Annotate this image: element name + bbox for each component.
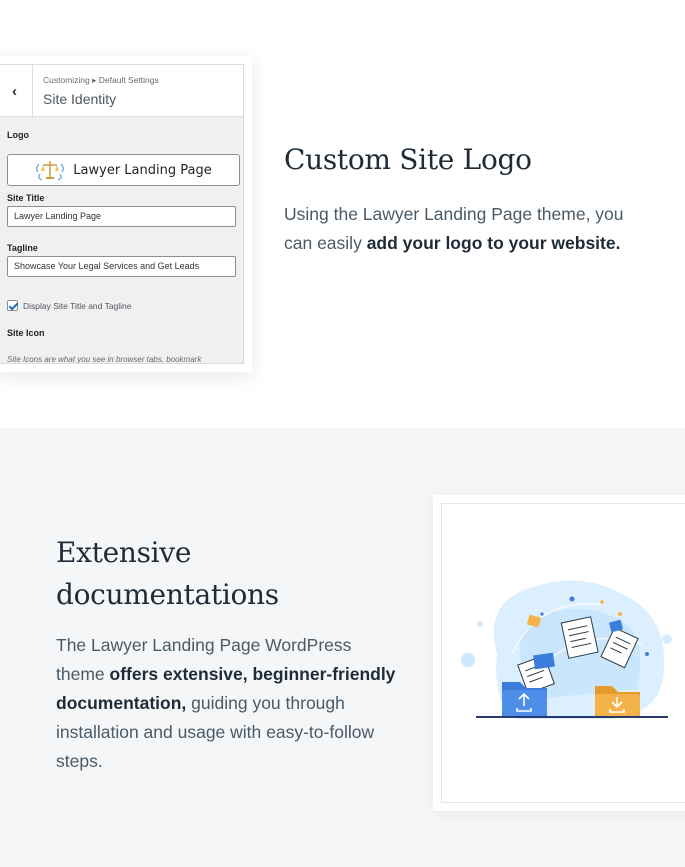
folders-documents-illustration (461, 580, 672, 719)
logo-preview[interactable]: Lawyer Landing Page (7, 154, 240, 186)
documentation-description: The Lawyer Landing Page WordPress theme … (56, 631, 396, 776)
custom-logo-section: ‹ Customizing ▸ Default Settings Site Id… (0, 0, 685, 428)
custom-logo-description: Using the Lawyer Landing Page theme, you… (284, 200, 644, 258)
custom-logo-highlight: add your logo to your website. (366, 233, 621, 253)
logo-text: Lawyer Landing Page (73, 162, 212, 178)
site-icon-label: Site Icon (7, 328, 45, 338)
display-title-tagline-row: Display Site Title and Tagline (7, 300, 132, 311)
site-title-input[interactable]: Lawyer Landing Page (7, 206, 236, 227)
documentation-image-card (433, 495, 685, 811)
scales-of-justice-icon (36, 161, 65, 181)
documentation-section: Extensive documentations The Lawyer Landi… (0, 428, 685, 867)
customizer-header: ‹ Customizing ▸ Default Settings Site Id… (0, 65, 243, 117)
documentation-heading: Extensive documentations (56, 532, 279, 616)
chevron-left-icon: ‹ (12, 82, 17, 100)
custom-logo-heading: Custom Site Logo (284, 143, 532, 176)
documentation-image-frame (441, 503, 685, 803)
site-title-label: Site Title (7, 193, 45, 203)
logo-label: Logo (7, 130, 29, 140)
panel-title: Site Identity (43, 91, 117, 107)
back-button[interactable]: ‹ (0, 65, 33, 117)
customizer-screenshot: ‹ Customizing ▸ Default Settings Site Id… (0, 56, 252, 372)
breadcrumb: Customizing ▸ Default Settings (43, 75, 159, 85)
tagline-label: Tagline (7, 243, 38, 253)
customizer-panel: ‹ Customizing ▸ Default Settings Site Id… (0, 64, 244, 364)
display-title-checkbox[interactable] (7, 300, 18, 311)
display-title-checkbox-label: Display Site Title and Tagline (23, 300, 132, 311)
site-icon-help: Site Icons are what you see in browser t… (7, 355, 202, 364)
documentation-heading-line1: Extensive (56, 536, 192, 569)
documentation-heading-line2: documentations (56, 578, 279, 611)
tagline-input[interactable]: Showcase Your Legal Services and Get Lea… (7, 256, 236, 277)
